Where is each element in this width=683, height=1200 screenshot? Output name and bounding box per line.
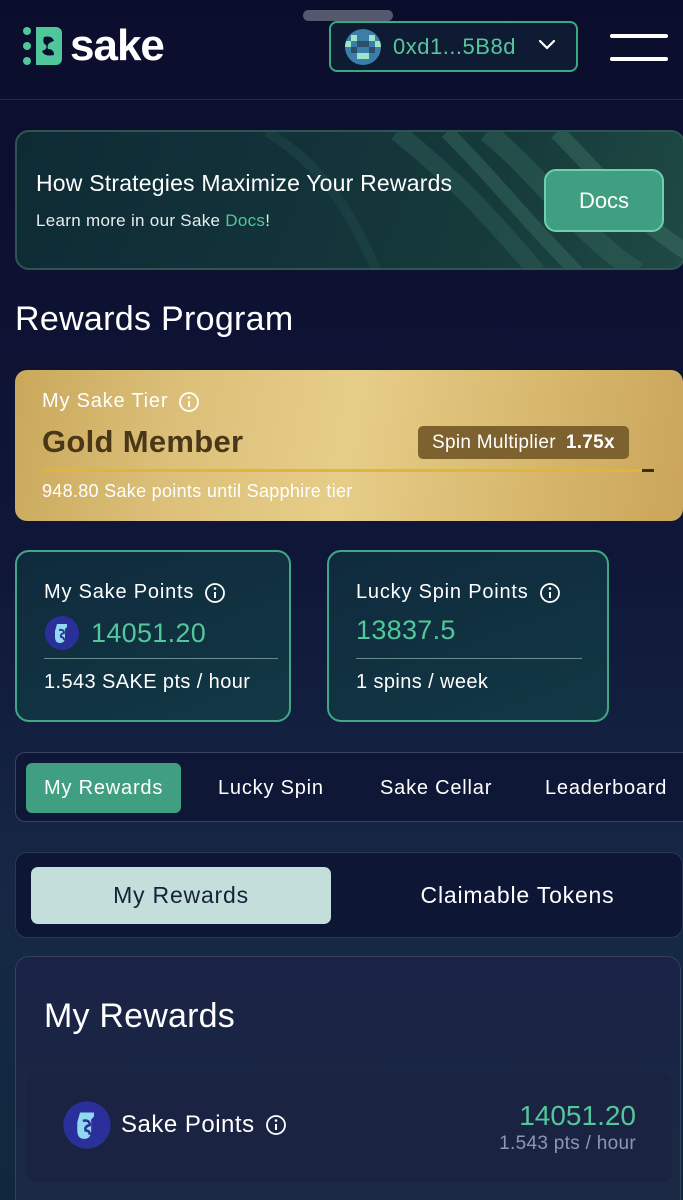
reward-name: Sake Points xyxy=(121,1111,287,1139)
logo-text: sake xyxy=(70,21,165,70)
rewards-page: sake 0xd1...5B8d How Strategies Maximize… xyxy=(0,0,683,1200)
tier-label-text: My Sake Tier xyxy=(42,390,169,412)
tier-progress-fill xyxy=(42,469,642,472)
divider xyxy=(356,658,582,659)
header: sake 0xd1...5B8d xyxy=(0,0,683,100)
sake-logo[interactable]: sake xyxy=(22,21,165,70)
lucky-spin-rate: 1 spins / week xyxy=(356,671,489,693)
next-tier-text: 948.80 Sake points until Sapphire tier xyxy=(42,481,353,501)
tab-my-rewards[interactable]: My Rewards xyxy=(26,763,182,813)
wallet-address: 0xd1...5B8d xyxy=(393,33,516,59)
lucky-spin-points-value: 13837.5 xyxy=(356,615,456,645)
tab-lucky-spin[interactable]: Lucky Spin xyxy=(218,763,324,813)
list-item: Sake Points 14051.20 1.543 pts / hour xyxy=(26,1073,672,1183)
panel-title: My Rewards xyxy=(44,997,235,1035)
info-icon[interactable] xyxy=(178,391,200,413)
tab-leaderboard[interactable]: Leaderboard xyxy=(545,763,667,813)
sake-points-label: My Sake Points xyxy=(44,581,226,604)
sake-points-value-row: 14051.20 xyxy=(44,615,206,651)
rewards-tabs: My Rewards Lucky Spin Sake Cellar Leader… xyxy=(15,752,683,822)
tier-name: Gold Member xyxy=(42,424,244,459)
info-icon[interactable] xyxy=(265,1114,287,1136)
lucky-spin-points-value-row: 13837.5 xyxy=(356,615,456,646)
docs-banner: How Strategies Maximize Your Rewards Lea… xyxy=(15,130,683,270)
tier-card: My Sake Tier Gold Member Spin Multiplier… xyxy=(15,370,683,521)
sake-points-value: 14051.20 xyxy=(91,617,207,648)
sake-points-card: My Sake Points 14051.20 1.543 SAKE pts /… xyxy=(15,550,291,722)
my-rewards-panel: My Rewards Sake Points 14051.20 1.543 pt… xyxy=(15,956,681,1200)
lucky-spin-points-label-text: Lucky Spin Points xyxy=(356,581,529,603)
info-icon[interactable] xyxy=(539,582,561,604)
wallet-button[interactable]: 0xd1...5B8d xyxy=(329,21,578,72)
sake-points-label-text: My Sake Points xyxy=(44,581,195,603)
sake-token-icon xyxy=(63,1101,111,1149)
chevron-down-icon xyxy=(538,39,556,50)
multiplier-label: Spin Multiplier xyxy=(432,431,556,453)
tab-sake-cellar[interactable]: Sake Cellar xyxy=(380,763,492,813)
banner-subtitle-suffix: ! xyxy=(265,211,271,230)
banner-subtitle: Learn more in our Sake Docs! xyxy=(36,211,270,231)
rewards-subtabs: My Rewards Claimable Tokens xyxy=(15,852,683,938)
reward-rate: 1.543 pts / hour xyxy=(499,1133,636,1154)
sake-points-rate: 1.543 SAKE pts / hour xyxy=(44,671,251,693)
docs-link[interactable]: Docs xyxy=(225,211,265,230)
lucky-spin-points-label: Lucky Spin Points xyxy=(356,581,561,604)
subtab-claimable-tokens[interactable]: Claimable Tokens xyxy=(396,867,639,924)
pixel-avatar-icon xyxy=(345,28,381,65)
sake-token-icon xyxy=(45,616,79,650)
lucky-spin-points-card: Lucky Spin Points 13837.5 1 spins / week xyxy=(327,550,609,722)
info-icon[interactable] xyxy=(204,582,226,604)
tier-progress-bar xyxy=(42,469,654,472)
reward-name-text: Sake Points xyxy=(121,1111,255,1138)
banner-title: How Strategies Maximize Your Rewards xyxy=(36,170,453,196)
banner-subtitle-text: Learn more in our Sake xyxy=(36,211,226,230)
tier-label: My Sake Tier xyxy=(42,390,200,413)
spin-multiplier-badge: Spin Multiplier 1.75x xyxy=(418,426,629,459)
section-title: Rewards Program xyxy=(15,300,294,338)
docs-button[interactable]: Docs xyxy=(544,169,664,232)
subtab-my-rewards[interactable]: My Rewards xyxy=(31,867,331,924)
multiplier-value: 1.75x xyxy=(565,431,615,453)
reward-value: 14051.20 xyxy=(519,1100,636,1131)
divider xyxy=(44,658,278,659)
hamburger-menu-icon[interactable] xyxy=(610,34,668,64)
sake-logo-icon xyxy=(23,27,62,65)
